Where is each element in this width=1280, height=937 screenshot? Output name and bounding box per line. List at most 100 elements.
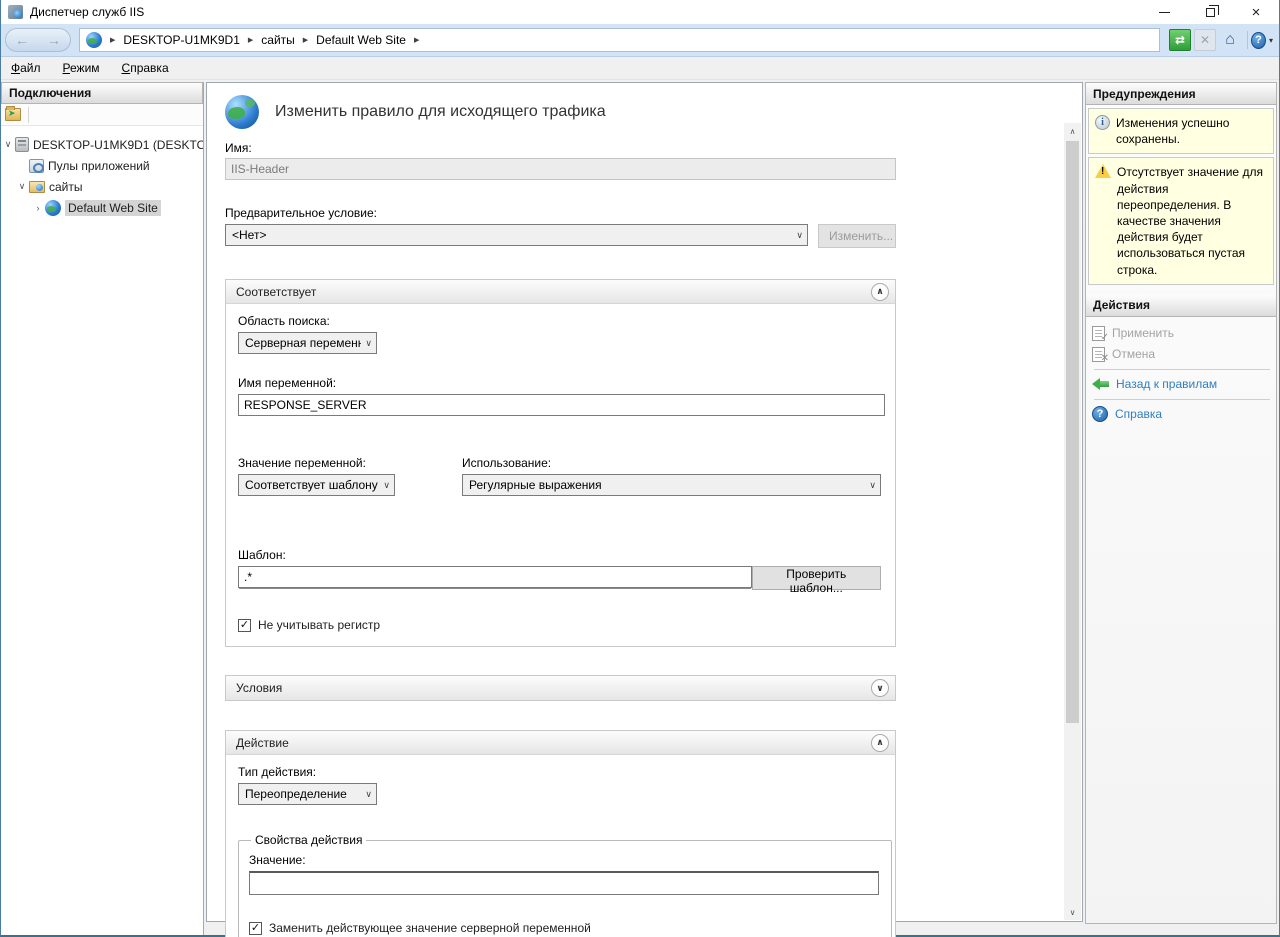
tree-item-server[interactable]: ∨ DESKTOP-U1MK9D1 (DESKTOP [1, 134, 203, 155]
sites-folder-icon [29, 181, 45, 193]
scope-value: Серверная переменн [245, 336, 361, 350]
tree-item-label-selected: Default Web Site [65, 200, 161, 216]
scope-select[interactable]: Серверная переменн ∨ [238, 332, 377, 354]
scroll-down-icon[interactable]: ∨ [1064, 904, 1081, 920]
action-section-title: Действие [236, 736, 289, 750]
chevron-down-icon: ∨ [365, 338, 372, 349]
menu-file[interactable]: Файл [11, 61, 41, 75]
breadcrumb-separator-icon[interactable] [303, 36, 308, 44]
ignore-case-checkbox[interactable] [238, 619, 251, 632]
chevron-down-icon: ∨ [383, 480, 390, 491]
tree-item-label: сайты [49, 180, 83, 194]
chevron-expanded-icon[interactable]: ∨ [1, 139, 15, 150]
chevron-down-icon: ∨ [869, 480, 876, 491]
minimize-icon [1159, 12, 1170, 13]
conditions-section-header[interactable]: Условия ∨ [226, 676, 895, 700]
toolbar-separator [1247, 31, 1248, 49]
precondition-select[interactable]: <Нет> ∨ [225, 224, 808, 246]
minimize-button[interactable] [1141, 0, 1187, 24]
help-menu-button[interactable]: ? ▾ [1251, 29, 1273, 51]
title-bar: Диспетчер служб IIS × [1, 0, 1279, 24]
menu-view[interactable]: Режим [63, 61, 100, 75]
collapse-section-icon[interactable]: ∧ [871, 734, 889, 752]
help-icon: ? [1092, 406, 1108, 422]
forward-icon[interactable]: → [47, 33, 61, 47]
breadcrumb-separator-icon [110, 36, 115, 44]
cancel-label: Отмена [1112, 347, 1155, 361]
chevron-collapsed-icon[interactable]: › [31, 203, 45, 213]
tree-item-label: DESKTOP-U1MK9D1 (DESKTOP [33, 138, 203, 152]
tree-item-sites[interactable]: ∨ сайты [1, 176, 203, 197]
name-label: Имя: [225, 141, 927, 155]
ignore-case-label: Не учитывать регистр [258, 618, 380, 632]
tree-item-default-web-site[interactable]: › Default Web Site [1, 197, 203, 218]
back-to-rules-link[interactable]: Назад к правилам [1116, 377, 1217, 391]
chevron-down-icon: ∨ [365, 789, 372, 800]
chevron-expanded-icon[interactable]: ∨ [15, 181, 29, 192]
window-title: Диспетчер служб IIS [30, 5, 144, 19]
menu-help-accel: С [122, 61, 131, 75]
breadcrumb[interactable]: DESKTOP-U1MK9D1 сайты Default Web Site [79, 28, 1160, 52]
restore-icon [1206, 8, 1215, 17]
breadcrumb-separator-icon[interactable] [414, 36, 419, 44]
breadcrumb-default-web-site[interactable]: Default Web Site [316, 33, 406, 47]
navigation-pill: ← → [5, 28, 71, 52]
warning-alert-text: Отсутствует значение для действия переоп… [1117, 164, 1267, 277]
actions-header: Действия [1086, 295, 1276, 317]
breadcrumb-server[interactable]: DESKTOP-U1MK9D1 [123, 33, 239, 47]
new-connection-icon[interactable] [5, 108, 21, 121]
using-select[interactable]: Регулярные выражения ∨ [462, 474, 881, 496]
close-button[interactable]: × [1233, 0, 1279, 24]
variable-value-select[interactable]: Соответствует шаблону ∨ [238, 474, 395, 496]
expand-section-icon[interactable]: ∨ [871, 679, 889, 697]
tree-item-app-pools[interactable]: Пулы приложений [1, 155, 203, 176]
test-pattern-button[interactable]: Проверить шаблон... [752, 566, 881, 590]
action-type-select[interactable]: Переопределение ∨ [238, 783, 377, 805]
menu-file-rest: айл [20, 61, 40, 75]
replace-value-row: Заменить действующее значение серверной … [249, 921, 879, 935]
warning-icon [1095, 164, 1111, 178]
info-icon: i [1095, 115, 1110, 130]
refresh-button[interactable]: ⇄ [1169, 29, 1191, 51]
scrollbar-thumb[interactable] [1066, 141, 1079, 723]
using-label: Использование: [462, 456, 881, 470]
warning-alert: Отсутствует значение для действия переоп… [1088, 157, 1274, 284]
feature-content-pane: Изменить правило для исходящего трафика … [206, 82, 1083, 922]
value-input[interactable] [249, 871, 879, 895]
action-type-label: Тип действия: [238, 765, 881, 779]
breadcrumb-sites[interactable]: сайты [261, 33, 295, 47]
conditions-section-title: Условия [236, 681, 282, 695]
back-to-rules-action[interactable]: Назад к правилам [1092, 374, 1272, 395]
pattern-input[interactable] [238, 566, 752, 588]
replace-value-checkbox[interactable] [249, 922, 262, 935]
chevron-down-icon: ▾ [1269, 36, 1273, 45]
using-value: Регулярные выражения [469, 478, 865, 492]
collapse-section-icon[interactable]: ∧ [871, 283, 889, 301]
match-section-header[interactable]: Соответствует ∧ [226, 280, 895, 304]
page-title: Изменить правило для исходящего трафика [275, 103, 606, 121]
action-section: Действие ∧ Тип действия: Переопределение… [225, 730, 896, 937]
menu-help[interactable]: Справка [122, 61, 169, 75]
restore-button[interactable] [1187, 0, 1233, 24]
help-action[interactable]: ? Справка [1092, 404, 1272, 425]
actions-pane: Предупреждения i Изменения успешно сохра… [1085, 82, 1277, 924]
home-button[interactable]: ⌂ [1219, 29, 1241, 51]
variable-name-input[interactable] [238, 394, 885, 416]
scroll-up-icon[interactable]: ∧ [1064, 123, 1081, 139]
server-icon [15, 137, 29, 152]
match-section-title: Соответствует [236, 285, 316, 299]
pattern-label: Шаблон: [238, 548, 881, 562]
divider [1094, 399, 1270, 400]
iis-manager-window: Диспетчер служб IIS × ← → DESKTOP-U1MK9D… [0, 0, 1280, 937]
help-link[interactable]: Справка [1115, 407, 1162, 421]
info-alert-text: Изменения успешно сохранены. [1116, 115, 1267, 147]
back-icon[interactable]: ← [15, 33, 29, 47]
breadcrumb-separator-icon[interactable] [248, 36, 253, 44]
action-section-header[interactable]: Действие ∧ [226, 731, 895, 755]
address-bar: ← → DESKTOP-U1MK9D1 сайты Default Web Si… [1, 24, 1279, 57]
action-properties-group: Свойства действия Значение: Заменить дей… [238, 833, 892, 937]
action-properties-legend: Свойства действия [251, 833, 366, 847]
variable-name-label: Имя переменной: [238, 376, 881, 390]
stop-button: ✕ [1194, 29, 1216, 51]
vertical-scrollbar[interactable]: ∧ ∨ [1064, 123, 1081, 920]
